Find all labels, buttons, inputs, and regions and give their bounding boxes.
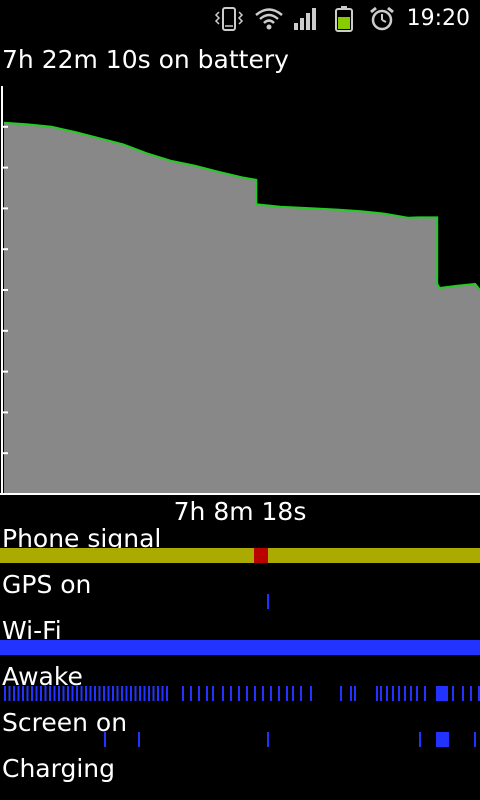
awake-mark: [44, 686, 47, 701]
awake-mark: [262, 686, 264, 701]
awake-mark: [300, 686, 302, 701]
screen-on-mark: [138, 732, 140, 747]
awake-mark: [452, 686, 454, 701]
awake-mark: [71, 686, 74, 701]
screen-on-mark: [419, 732, 421, 747]
awake-mark: [139, 686, 141, 701]
awake-mark: [53, 686, 56, 701]
awake-mark: [76, 686, 78, 701]
awake-mark: [404, 686, 406, 701]
status-bar: 19:20: [0, 0, 480, 38]
awake-mark: [58, 686, 60, 701]
awake-mark: [246, 686, 248, 701]
awake-mark: [436, 686, 448, 701]
vibrate-icon: [214, 7, 244, 31]
awake-mark: [31, 686, 33, 701]
awake-mark: [238, 686, 240, 701]
awake-mark: [206, 686, 208, 701]
awake-mark: [376, 686, 378, 701]
awake-mark: [40, 686, 42, 701]
awake-mark: [386, 686, 388, 701]
signal-icon: [294, 8, 316, 30]
battery-time-title: 7h 22m 10s on battery: [2, 45, 289, 74]
awake-mark: [89, 686, 92, 701]
awake-mark: [67, 686, 69, 701]
screen-on-mark: [104, 732, 106, 747]
awake-mark: [230, 686, 232, 701]
awake-mark: [8, 686, 11, 701]
awake-mark: [85, 686, 87, 701]
screen-on-mark: [267, 732, 269, 747]
awake-mark: [380, 686, 382, 701]
phone-signal-track: [0, 548, 480, 563]
awake-mark: [424, 686, 426, 701]
awake-mark: [340, 686, 342, 701]
awake-track: [4, 686, 480, 701]
awake-mark: [416, 686, 418, 701]
awake-mark: [166, 686, 168, 701]
screen-on-mark: [436, 732, 449, 747]
awake-mark: [4, 686, 6, 701]
awake-mark: [125, 686, 128, 701]
awake-mark: [292, 686, 294, 701]
awake-mark: [350, 686, 352, 701]
awake-mark: [148, 686, 150, 701]
awake-mark: [130, 686, 132, 701]
screen-on-mark: [474, 732, 476, 747]
awake-mark: [254, 686, 256, 701]
awake-mark: [278, 686, 280, 701]
awake-mark: [35, 686, 38, 701]
battery-charging-icon: [335, 6, 353, 32]
row-label-charging: Charging: [2, 754, 115, 783]
awake-mark: [212, 686, 214, 701]
awake-mark: [116, 686, 119, 701]
awake-mark: [107, 686, 110, 701]
awake-mark: [49, 686, 51, 701]
awake-mark: [22, 686, 24, 701]
awake-mark: [98, 686, 101, 701]
gps-track: [267, 594, 269, 609]
awake-mark: [157, 686, 159, 701]
awake-mark: [80, 686, 83, 701]
awake-mark: [392, 686, 394, 701]
awake-mark: [112, 686, 114, 701]
awake-mark: [198, 686, 200, 701]
status-time: 19:20: [406, 6, 470, 31]
awake-mark: [190, 686, 192, 701]
awake-mark: [462, 686, 464, 701]
awake-mark: [470, 686, 472, 701]
gps-on-mark: [267, 594, 269, 609]
awake-mark: [286, 686, 288, 701]
awake-mark: [152, 686, 155, 701]
awake-mark: [310, 686, 312, 701]
awake-mark: [161, 686, 164, 701]
phone-signal-bad-bar: [254, 548, 268, 563]
awake-mark: [62, 686, 65, 701]
wifi-track: [0, 640, 480, 655]
awake-mark: [410, 686, 412, 701]
screen-on-track: [104, 732, 476, 747]
awake-mark: [121, 686, 123, 701]
alarm-icon: [370, 6, 394, 31]
wifi-on-bar: [0, 640, 480, 655]
awake-mark: [103, 686, 105, 701]
awake-mark: [398, 686, 400, 701]
phone-signal-good-bar: [0, 548, 480, 563]
awake-mark: [182, 686, 184, 701]
awake-mark: [26, 686, 29, 701]
wifi-icon: [255, 8, 283, 30]
awake-mark: [143, 686, 146, 701]
awake-mark: [94, 686, 96, 701]
awake-mark: [17, 686, 20, 701]
awake-mark: [134, 686, 137, 701]
awake-mark: [13, 686, 15, 701]
awake-mark: [354, 686, 356, 701]
awake-mark: [222, 686, 224, 701]
battery-level-chart: [0, 86, 480, 495]
awake-mark: [270, 686, 272, 701]
